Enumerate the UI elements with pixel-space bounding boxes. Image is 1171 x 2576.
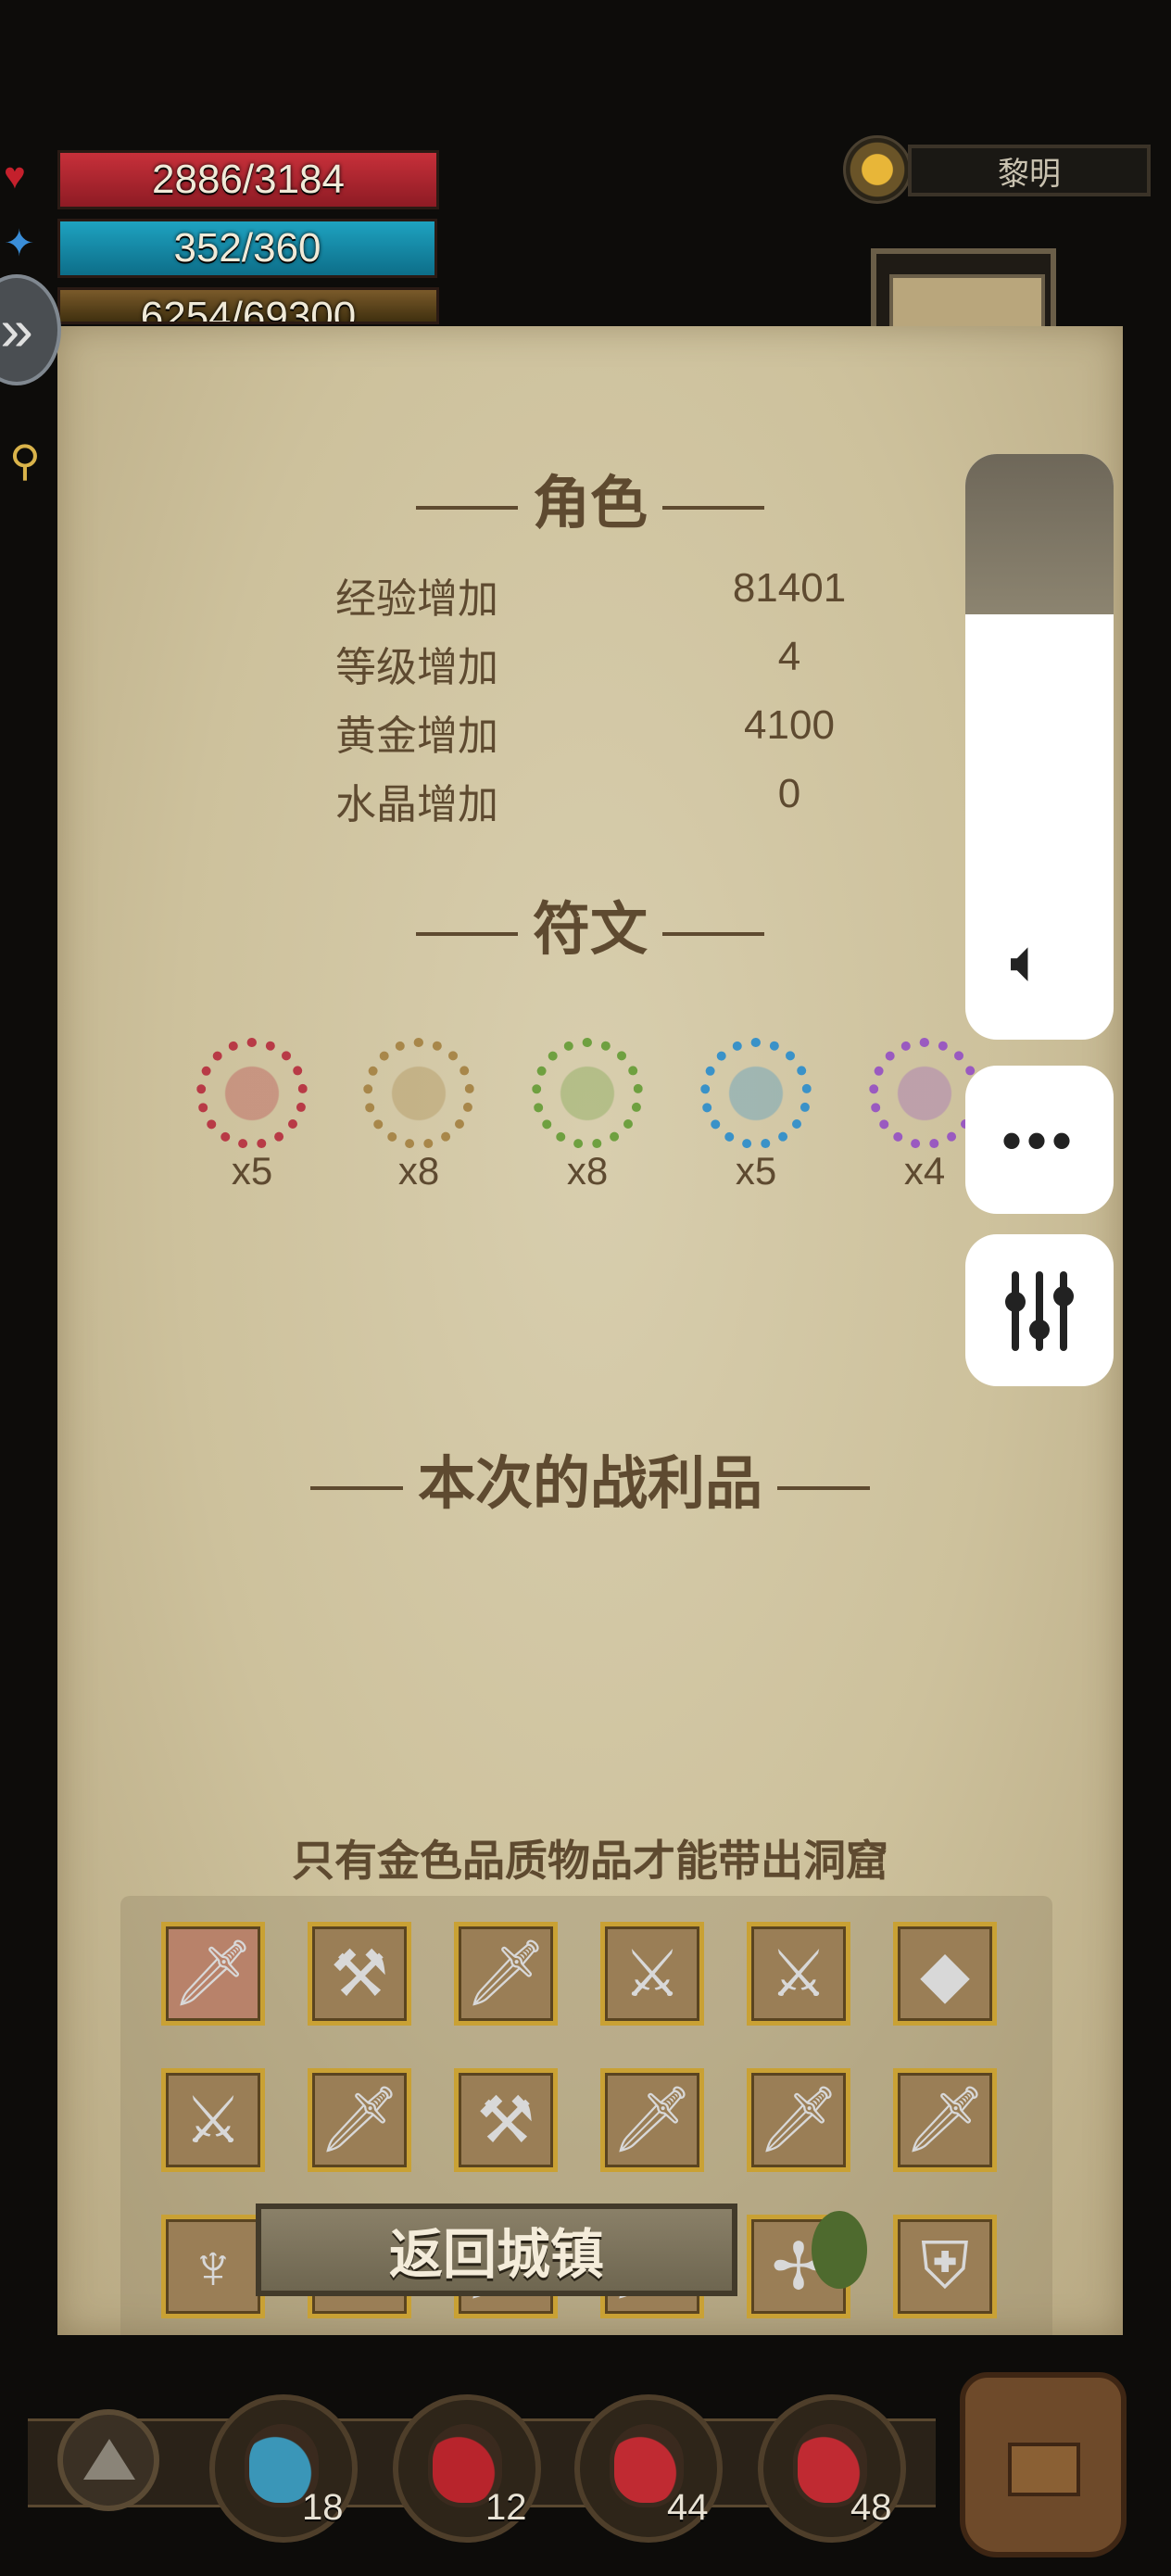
curved-blade-icon: ⚔︎	[623, 1938, 682, 2010]
health-bar: 2886/3184	[57, 150, 439, 209]
red-rune-icon	[196, 1038, 308, 1149]
potion-count: 18	[302, 2487, 344, 2528]
more-options-button[interactable]: •••	[965, 1066, 1114, 1214]
crystal-axe-icon: ⚒︎	[330, 1938, 389, 2010]
potion-count: 44	[667, 2487, 709, 2528]
health-value: 2886/3184	[152, 157, 345, 202]
loot-slot[interactable]: ⚔︎	[747, 1922, 850, 2026]
loot-slot[interactable]: 🗡︎	[747, 2068, 850, 2172]
loot-slot[interactable]: 🗡︎	[454, 1922, 558, 2026]
potion-count: 12	[485, 2487, 527, 2528]
stat-label-gold: 黄金增加	[335, 713, 498, 759]
long-sword-icon: 🗡︎	[757, 2083, 840, 2155]
broad-sword-icon: 🗡︎	[611, 2083, 694, 2155]
loot-slot[interactable]: 🗡︎	[308, 2068, 411, 2172]
heart-icon: ♥	[4, 156, 26, 196]
potion-count: 48	[850, 2487, 892, 2528]
battle-axe-icon: ⚒︎	[476, 2084, 535, 2156]
sun-icon	[843, 135, 912, 204]
expand-panel-button[interactable]: »	[0, 274, 61, 385]
stat-value-exp: 81401	[732, 565, 847, 611]
thorn-blade-icon: ⚔︎	[769, 1938, 828, 2010]
rune-section-title: 符文	[57, 882, 1123, 966]
experience-bar: 6254/69300	[57, 287, 439, 324]
leaf-ornament-right	[812, 2211, 867, 2289]
loot-slot[interactable]: ⚒︎	[454, 2068, 558, 2172]
crimson-sword-icon: 🗡︎	[464, 1937, 548, 2009]
return-to-town-button[interactable]: 返回城镇	[256, 2203, 737, 2296]
loot-slot[interactable]: ⚒︎	[308, 1922, 411, 2026]
purple-rune-icon	[869, 1038, 980, 1149]
blue-rune-icon	[700, 1038, 812, 1149]
scimitar-icon: ⚔︎	[183, 2084, 243, 2156]
mana-bar: 352/360	[57, 219, 437, 278]
zoom-icon[interactable]: ⚲	[9, 436, 41, 486]
volume-slider[interactable]: 🔈︎	[965, 454, 1114, 1040]
loot-slot[interactable]: ♆	[161, 2215, 265, 2318]
loot-slot[interactable]: ⚔︎	[600, 1922, 704, 2026]
character-section-title: 角色	[57, 456, 1123, 539]
loot-section-title: 本次的战利品	[57, 1436, 1123, 1520]
flame-mace-icon: ♆	[188, 2230, 238, 2303]
more-dots-icon: •••	[1001, 1108, 1077, 1171]
rune-count: x4	[903, 1149, 946, 1193]
loot-slot[interactable]: ⛨	[893, 2215, 997, 2318]
time-of-day-label: 黎明	[998, 156, 1061, 192]
loot-slot[interactable]: 🗡︎	[893, 2068, 997, 2172]
rune-count: x8	[397, 1149, 440, 1193]
loot-slot[interactable]: 🗡︎	[600, 2068, 704, 2172]
backpack-icon[interactable]	[960, 2372, 1127, 2557]
loot-subtitle: 只有金色品质物品才能带出洞窟	[292, 1837, 888, 1885]
spear-head-icon: ◆	[920, 1938, 970, 2010]
stat-value-crystal: 0	[777, 771, 801, 816]
rune-count: x5	[231, 1149, 273, 1193]
speaker-icon: 🔈︎	[1010, 928, 1046, 994]
rune-count: x8	[566, 1149, 609, 1193]
stat-label-level: 等级增加	[335, 645, 498, 690]
results-parchment: 角色 经验增加 81401 等级增加 4 黄金增加 4100 水晶增加 0 符文…	[57, 326, 1123, 2374]
rune-count: x5	[735, 1149, 777, 1193]
mana-icon: ✦	[4, 223, 35, 264]
double-chevron-icon: »	[0, 297, 33, 363]
blue-sword-icon: 🗡︎	[171, 1937, 255, 2009]
stat-label-exp: 经验增加	[335, 576, 498, 622]
loot-slot[interactable]: 🗡︎	[161, 1922, 265, 2026]
time-of-day-panel: 黎明	[908, 145, 1151, 196]
experience-value: 6254/69300	[140, 294, 357, 324]
green-rune-icon	[532, 1038, 643, 1149]
volume-slider-track	[965, 454, 1114, 614]
rune-shield-icon: ⛨	[920, 2229, 970, 2302]
stat-value-level: 4	[777, 634, 801, 679]
mana-value: 352/360	[173, 225, 321, 271]
quickbar-up-button[interactable]	[57, 2409, 159, 2511]
dagger-icon: 🗡︎	[903, 2083, 987, 2155]
gold-rune-icon	[363, 1038, 474, 1149]
stat-label-crystal: 水晶增加	[335, 782, 498, 827]
loot-slot[interactable]: ◆	[893, 1922, 997, 2026]
twisted-blade-icon: 🗡︎	[318, 2083, 401, 2155]
equalizer-button[interactable]	[965, 1234, 1114, 1386]
loot-slot[interactable]: ⚔︎	[161, 2068, 265, 2172]
stat-value-gold: 4100	[744, 702, 835, 748]
